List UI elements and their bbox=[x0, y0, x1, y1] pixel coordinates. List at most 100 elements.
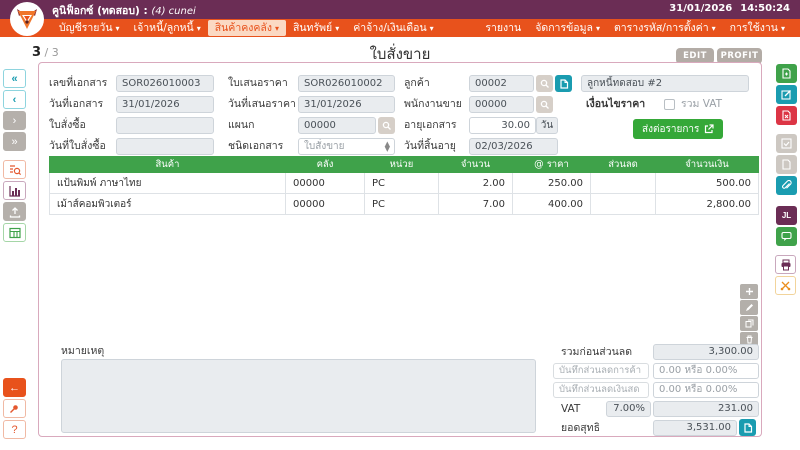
add-row-button[interactable] bbox=[740, 284, 758, 299]
menu-code-tables-settings[interactable]: ตารางรหัส/การตั้งค่า▾ bbox=[607, 20, 723, 36]
cash-discount-field[interactable]: 0.00 หรือ 0.00% bbox=[653, 382, 759, 398]
current-date: 31/01/2026 bbox=[669, 3, 732, 14]
edit-document-button[interactable] bbox=[776, 85, 797, 104]
col-unit: หน่วย bbox=[365, 157, 439, 173]
journal-button[interactable]: JL bbox=[776, 206, 797, 225]
col-product: สินค้า bbox=[50, 157, 286, 173]
app-title-text: คูนิฟ็อกซ์ (ทดสอบ) : bbox=[52, 5, 148, 17]
approve-document-button[interactable] bbox=[776, 134, 797, 153]
doc-no-field[interactable]: SOR026010003 bbox=[116, 75, 214, 92]
table-grid-icon bbox=[9, 227, 21, 239]
purchase-order-field[interactable] bbox=[116, 117, 214, 134]
delete-document-button[interactable] bbox=[776, 106, 797, 125]
file-x-icon bbox=[781, 110, 792, 121]
doc-age-field[interactable]: 30.00 bbox=[469, 117, 536, 134]
cell-product: เม้าส์คอมพิวเตอร์ bbox=[50, 194, 286, 215]
caret-down-icon: ▾ bbox=[275, 24, 279, 33]
salesperson-search-button[interactable] bbox=[536, 96, 553, 113]
doc-date-field[interactable]: 31/01/2026 bbox=[116, 96, 214, 113]
item-row[interactable]: แป้นพิมพ์ ภาษาไทย 00000 PC 2.00 250.00 5… bbox=[50, 173, 759, 194]
previous-record-button[interactable]: ‹ bbox=[3, 90, 26, 109]
bar-chart-icon bbox=[9, 185, 21, 197]
department-search-button[interactable] bbox=[378, 117, 395, 134]
currency-detail-button[interactable] bbox=[739, 419, 756, 436]
doc-no-label: เลขที่เอกสาร bbox=[49, 75, 107, 92]
department-field[interactable]: 00000 bbox=[298, 117, 376, 134]
items-table: สินค้า คลัง หน่วย จำนวน @ ราคา ส่วนลด จำ… bbox=[49, 156, 759, 215]
cell-warehouse: 00000 bbox=[286, 194, 365, 215]
menu-inventory[interactable]: สินค้าคงคลัง▾ bbox=[208, 20, 286, 36]
vat-rate-field[interactable]: 7.00% bbox=[606, 401, 651, 417]
purchase-order-label: ใบสั่งซื้อ bbox=[49, 117, 86, 134]
trade-discount-button[interactable]: บันทึกส่วนลดการค้า bbox=[553, 363, 649, 379]
back-button[interactable]: ← bbox=[3, 378, 26, 397]
quotation-date-field[interactable]: 31/01/2026 bbox=[298, 96, 395, 113]
attachment-button[interactable] bbox=[776, 176, 797, 195]
trade-discount-field[interactable]: 0.00 หรือ 0.00% bbox=[653, 363, 759, 379]
journal-label: JL bbox=[782, 211, 791, 220]
menu-daily-journal[interactable]: บัญชีรายวัน▾ bbox=[52, 20, 127, 36]
customer-search-button[interactable] bbox=[536, 75, 553, 92]
cell-price: 250.00 bbox=[513, 173, 591, 194]
menu-payroll[interactable]: ค่าจ้าง/เงินเดือน▾ bbox=[346, 20, 440, 36]
search-icon bbox=[540, 79, 550, 89]
menu-usage[interactable]: การใช้งาน▾ bbox=[723, 20, 792, 36]
customer-detail-button[interactable] bbox=[555, 75, 572, 92]
pushpin-icon bbox=[9, 403, 20, 414]
comment-button[interactable] bbox=[776, 227, 797, 246]
app-title: คูนิฟ็อกซ์ (ทดสอบ) : (4) cunei bbox=[52, 2, 196, 19]
quotation-date-label: วันที่เสนอราคา bbox=[228, 96, 296, 113]
app-logo bbox=[10, 2, 44, 36]
menu-assets[interactable]: สินทรัพย์▾ bbox=[286, 20, 346, 36]
quotation-label: ใบเสนอราคา bbox=[228, 75, 288, 92]
chart-button[interactable] bbox=[3, 181, 26, 200]
next-record-button[interactable]: › bbox=[3, 111, 26, 130]
cell-unit: PC bbox=[365, 194, 439, 215]
copy-document-button[interactable] bbox=[776, 155, 797, 174]
doc-type-label: ชนิดเอกสาร bbox=[228, 138, 283, 155]
top-bar: คูนิฟ็อกซ์ (ทดสอบ) : (4) cunei 31/01/202… bbox=[0, 0, 800, 19]
menu-data-management[interactable]: จัดการข้อมูล▾ bbox=[528, 20, 607, 36]
last-record-button[interactable]: » bbox=[3, 132, 26, 151]
menu-bar: บัญชีรายวัน▾ เจ้าหนี้/ลูกหนี้▾ สินค้าคงค… bbox=[0, 19, 800, 37]
cash-discount-button[interactable]: บันทึกส่วนลดเงินสด bbox=[553, 382, 649, 398]
first-record-button[interactable]: « bbox=[3, 69, 26, 88]
cut-button[interactable] bbox=[775, 276, 796, 295]
find-document-button[interactable] bbox=[3, 160, 26, 179]
purchase-order-date-field[interactable] bbox=[116, 138, 214, 155]
menu-payables-receivables[interactable]: เจ้าหนี้/ลูกหนี้▾ bbox=[127, 20, 208, 36]
edit-row-button[interactable] bbox=[740, 300, 758, 315]
customer-field[interactable]: 00002 bbox=[469, 75, 534, 92]
doc-type-select[interactable]: ใบสั่งขาย ▲▼ bbox=[298, 138, 395, 155]
new-document-button[interactable] bbox=[776, 64, 797, 83]
notes-label: หมายเหตุ bbox=[61, 343, 104, 360]
print-button[interactable] bbox=[775, 255, 796, 274]
pin-button[interactable] bbox=[3, 399, 26, 418]
cell-amount: 500.00 bbox=[656, 173, 759, 194]
page-icon bbox=[559, 79, 569, 89]
quotation-field[interactable]: SOR026010002 bbox=[298, 75, 395, 92]
notes-textarea[interactable] bbox=[61, 359, 536, 433]
col-price: @ ราคา bbox=[513, 157, 591, 173]
forward-items-button[interactable]: ส่งต่อรายการ bbox=[633, 119, 723, 139]
vat-amount-field: 231.00 bbox=[653, 401, 759, 417]
copy-row-button[interactable] bbox=[740, 316, 758, 331]
col-discount: ส่วนลด bbox=[591, 157, 656, 173]
expiry-date-field[interactable]: 02/03/2026 bbox=[469, 138, 558, 155]
document-card: เลขที่เอกสาร SOR026010003 วันที่เอกสาร 3… bbox=[38, 62, 762, 437]
grid-view-button[interactable] bbox=[3, 223, 26, 242]
help-button[interactable]: ? bbox=[3, 420, 26, 439]
external-link-icon bbox=[704, 124, 714, 134]
item-row[interactable]: เม้าส์คอมพิวเตอร์ 00000 PC 7.00 400.00 2… bbox=[50, 194, 759, 215]
upload-button[interactable] bbox=[3, 202, 26, 221]
search-list-icon bbox=[9, 164, 21, 176]
search-icon bbox=[382, 121, 392, 131]
page-icon bbox=[743, 423, 753, 433]
menu-reports[interactable]: รายงาน bbox=[478, 20, 528, 36]
caret-down-icon: ▾ bbox=[197, 24, 201, 33]
salesperson-field[interactable]: 00000 bbox=[469, 96, 534, 113]
cell-amount: 2,800.00 bbox=[656, 194, 759, 215]
chevron-right-icon: › bbox=[13, 115, 17, 127]
customer-name-field[interactable]: ลูกหนี้ทดสอบ #2 bbox=[581, 75, 749, 92]
vat-included-checkbox[interactable] bbox=[664, 99, 675, 110]
